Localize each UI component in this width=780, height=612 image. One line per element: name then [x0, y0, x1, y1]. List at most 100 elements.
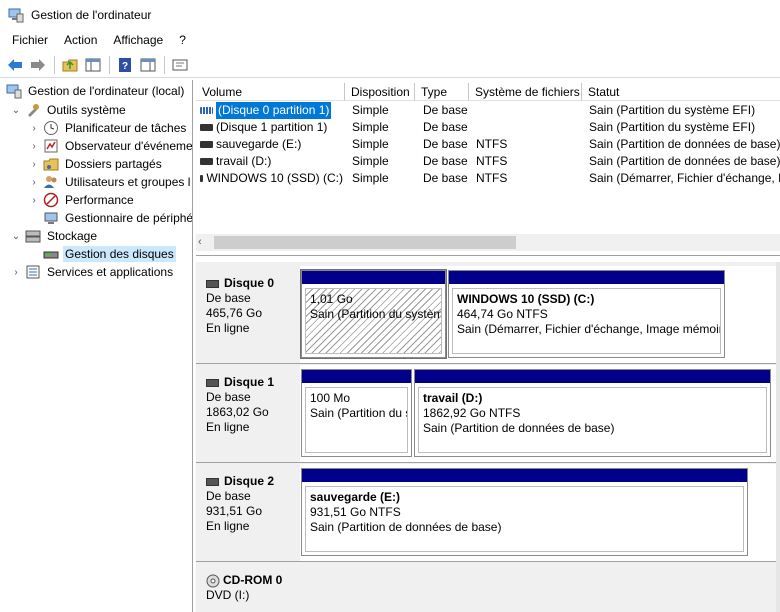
partition-content: 100 Mo Sain (Partition du s: [305, 387, 408, 453]
menu-affichage[interactable]: Affichage: [105, 33, 171, 47]
help-icon[interactable]: ?: [114, 54, 136, 76]
partition-sauvegarde[interactable]: sauvegarde (E:) 931,51 Go NTFS Sain (Par…: [301, 468, 748, 556]
tree-item-root[interactable]: Gestion de l'ordinateur (local): [6, 82, 186, 100]
partition-windows[interactable]: WINDOWS 10 (SSD) (C:) 464,74 Go NTFS Sai…: [448, 270, 725, 358]
tree-item-device-manager[interactable]: Gestionnaire de périphé: [43, 209, 192, 227]
partition-status: Sain (Partition du s: [310, 406, 408, 420]
tree-item-users-groups[interactable]: › Utilisateurs et groupes l: [28, 173, 192, 191]
chevron-right-icon[interactable]: ›: [28, 194, 40, 206]
tree-label: Outils système: [47, 103, 126, 117]
column-type[interactable]: Type: [415, 83, 469, 101]
chevron-right-icon[interactable]: ›: [28, 176, 40, 188]
column-filesystem[interactable]: Système de fichiers: [469, 83, 582, 101]
volume-icon: [200, 158, 213, 165]
up-folder-icon[interactable]: [59, 54, 81, 76]
column-disposition[interactable]: Disposition: [345, 83, 415, 101]
menu-fichier[interactable]: Fichier: [4, 33, 56, 47]
disk-kind: De base: [206, 291, 251, 305]
properties-icon[interactable]: [169, 54, 191, 76]
device-manager-icon: [43, 210, 59, 226]
cdrom-icon: [206, 574, 220, 588]
partition-title: travail (D:): [423, 391, 483, 405]
cell-layout: Simple: [352, 103, 389, 117]
tree-item-system-tools[interactable]: ⌄ Outils système: [10, 101, 128, 119]
forward-arrow-icon[interactable]: [27, 54, 49, 76]
partition-header-bar: [302, 271, 445, 284]
disk-row-cdrom[interactable]: CD-ROM 0 DVD (I:): [196, 563, 780, 612]
tree-label: Dossiers partagés: [65, 157, 162, 171]
disk-info: CD-ROM 0 DVD (I:): [196, 563, 299, 612]
disk-name: Disque 2: [224, 474, 275, 488]
partition-size: 931,51 Go NTFS: [310, 505, 401, 519]
cell-fs: NTFS: [476, 171, 508, 185]
volume-name: (Disque 1 partition 1): [216, 120, 328, 134]
tree-item-shared-folders[interactable]: › Dossiers partagés: [28, 155, 164, 173]
chevron-down-icon[interactable]: ⌄: [10, 230, 22, 242]
volume-name: WINDOWS 10 (SSD) (C:): [206, 171, 343, 185]
menu-help[interactable]: ?: [171, 33, 194, 47]
cell-type: De base: [423, 154, 468, 168]
partition-content: WINDOWS 10 (SSD) (C:) 464,74 Go NTFS Sai…: [452, 288, 721, 354]
table-row[interactable]: (Disque 1 partition 1) Simple De base Sa…: [196, 119, 780, 136]
disk-info: Disque 2 De base 931,51 Go En ligne: [196, 464, 299, 561]
menu-action[interactable]: Action: [56, 33, 105, 47]
partition-efi[interactable]: 100 Mo Sain (Partition du s: [301, 369, 412, 457]
tree-item-event-viewer[interactable]: › Observateur d'événeme: [28, 137, 192, 155]
disk-row-2[interactable]: Disque 2 De base 931,51 Go En ligne sauv…: [196, 464, 780, 562]
table-row[interactable]: sauvegarde (E:) Simple De base NTFS Sain…: [196, 136, 780, 153]
disk-partitions: [300, 563, 780, 612]
tree-item-task-scheduler[interactable]: › Planificateur de tâches: [28, 119, 188, 137]
partition-header-bar: [415, 370, 770, 383]
partition-travail[interactable]: travail (D:) 1862,92 Go NTFS Sain (Parti…: [414, 369, 771, 457]
volume-icon: [200, 107, 213, 114]
disk-state: En ligne: [206, 420, 250, 434]
tree-item-services-apps[interactable]: › Services et applications: [10, 263, 175, 281]
back-arrow-icon[interactable]: [4, 54, 26, 76]
volume-list: Volume Disposition Type Système de fichi…: [196, 80, 780, 256]
show-action-pane-icon[interactable]: [137, 54, 159, 76]
tree-item-performance[interactable]: › Performance: [28, 191, 136, 209]
scrollbar-thumb[interactable]: [214, 236, 516, 249]
cell-fs: NTFS: [476, 137, 508, 151]
column-status[interactable]: Statut: [582, 83, 780, 101]
chevron-right-icon[interactable]: ›: [28, 140, 40, 152]
column-volume[interactable]: Volume: [196, 83, 345, 101]
computer-management-icon: [8, 7, 24, 23]
disk-icon: [206, 378, 219, 387]
partition-efi[interactable]: 1,01 Go Sain (Partition du systèm: [300, 269, 447, 359]
tree-item-disk-management[interactable]: Gestion des disques: [43, 245, 176, 263]
volume-icon: [200, 175, 204, 182]
disk-icon: [206, 477, 219, 486]
partition-content: travail (D:) 1862,92 Go NTFS Sain (Parti…: [418, 387, 767, 453]
volume-name: (Disque 0 partition 1): [216, 102, 332, 119]
users-icon: [43, 174, 59, 190]
volume-name: sauvegarde (E:): [216, 137, 302, 151]
disk-info: Disque 0 De base 465,76 Go En ligne: [196, 266, 299, 363]
chevron-down-icon[interactable]: ⌄: [10, 104, 22, 116]
disk-row-0[interactable]: Disque 0 De base 465,76 Go En ligne 1,01…: [196, 266, 780, 364]
partition-size: 464,74 Go NTFS: [457, 307, 548, 321]
table-row[interactable]: (Disque 0 partition 1) Simple De base Sa…: [196, 102, 780, 119]
chevron-right-icon[interactable]: ›: [10, 266, 22, 278]
toolbar-separator: [54, 55, 55, 74]
cell-layout: Simple: [352, 137, 389, 151]
chevron-right-icon[interactable]: ›: [28, 122, 40, 134]
partition-content: 1,01 Go Sain (Partition du systèm: [305, 288, 442, 354]
cell-fs: NTFS: [476, 154, 508, 168]
cell-type: De base: [423, 120, 468, 134]
table-row[interactable]: WINDOWS 10 (SSD) (C:) Simple De base NTF…: [196, 170, 780, 187]
volume-icon: [200, 124, 213, 131]
tree-label: Utilisateurs et groupes l: [65, 175, 191, 189]
cell-type: De base: [423, 171, 468, 185]
show-hide-console-tree-icon[interactable]: [82, 54, 104, 76]
chevron-right-icon[interactable]: ›: [28, 158, 40, 170]
table-row[interactable]: travail (D:) Simple De base NTFS Sain (P…: [196, 153, 780, 170]
vertical-scrollbar[interactable]: [776, 262, 780, 612]
partition-header-bar: [449, 271, 724, 284]
partition-status: Sain (Partition du systèm: [310, 307, 442, 321]
scroll-left-icon[interactable]: ‹: [198, 236, 202, 248]
tree-item-storage[interactable]: ⌄ Stockage: [10, 227, 99, 245]
volume-icon: [200, 141, 213, 148]
disk-row-1[interactable]: Disque 1 De base 1863,02 Go En ligne 100…: [196, 365, 780, 463]
horizontal-scrollbar[interactable]: ‹: [196, 234, 780, 251]
